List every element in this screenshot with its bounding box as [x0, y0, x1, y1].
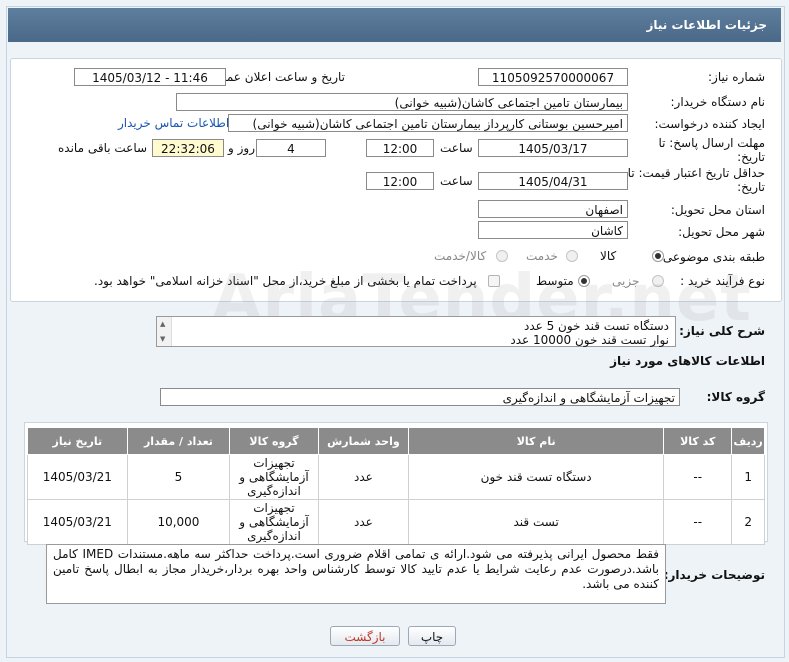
- buyer-org-field: بیمارستان تامین اجتماعی کاشان(شبیه خوانی…: [176, 93, 628, 111]
- deadline-date-field: 1405/03/17: [478, 139, 628, 157]
- city-label: شهر محل تحویل:: [678, 225, 765, 239]
- validity-label: حداقل تاریخ اعتبار قیمت: تا تاریخ:: [627, 166, 765, 194]
- announce-field: 1405/03/12 - 11:46: [74, 68, 226, 86]
- need-number-field: 1105092570000067: [478, 68, 628, 86]
- deadline-time-field: 12:00: [366, 139, 434, 157]
- deadline-label: مهلت ارسال پاسخ: تا تاریخ:: [658, 136, 765, 164]
- validity-time-label: ساعت: [440, 174, 473, 188]
- col-header-index: ردیف: [731, 427, 765, 455]
- goods-table-header: ردیف کد کالا نام کالا واحد شمارش گروه کا…: [27, 427, 765, 455]
- validity-date-field: 1405/04/31: [478, 172, 628, 190]
- col-header-date: تاریخ نیاز: [27, 427, 128, 455]
- category-option-goods-service: کالا/خدمت: [434, 249, 487, 263]
- category-option-service: خدمت: [526, 249, 558, 263]
- window-title: جزئیات اطلاعات نیاز: [646, 18, 767, 32]
- requester-field: امیرحسین بوستانی کارپرداز بیمارستان تامی…: [228, 114, 628, 132]
- col-header-unit: واحد شمارش: [317, 427, 410, 455]
- row-unit: عدد: [317, 499, 410, 545]
- col-header-group: گروه کالا: [229, 427, 319, 455]
- row-name: دستگاه تست قند خون: [408, 454, 665, 500]
- category-option-goods: کالا: [600, 249, 617, 263]
- requester-label: ایجاد کننده درخواست:: [654, 117, 765, 131]
- goods-table-container: ردیف کد کالا نام کالا واحد شمارش گروه کا…: [24, 422, 768, 545]
- row-name: تست قند: [408, 499, 665, 545]
- back-button[interactable]: بازگشت: [330, 626, 400, 646]
- deadline-time-label: ساعت: [440, 141, 473, 155]
- description-line-1: دستگاه تست قند خون 5 عدد: [523, 319, 669, 333]
- days-field: 4: [256, 139, 326, 157]
- row-index: 1: [731, 454, 765, 500]
- buyer-notes-box: فقط محصول ایرانی پذیرفته می شود.ارائه ی …: [46, 544, 666, 604]
- row-group: تجهیزات آزمایشگاهی و اندازه‌گیری: [229, 499, 319, 545]
- row-date: 1405/03/21: [27, 454, 128, 500]
- row-index: 2: [731, 499, 765, 545]
- row-date: 1405/03/21: [27, 499, 128, 545]
- buyer-notes-label: توضیحات خریدار:: [663, 568, 765, 582]
- row-code: --: [663, 499, 733, 545]
- row-unit: عدد: [317, 454, 410, 500]
- goods-table: ردیف کد کالا نام کالا واحد شمارش گروه کا…: [27, 427, 765, 545]
- description-scrollbar[interactable]: [157, 317, 172, 346]
- goods-group-field: تجهیزات آزمایشگاهی و اندازه‌گیری: [160, 388, 680, 406]
- city-field: کاشان: [478, 221, 628, 239]
- table-row: 1 -- دستگاه تست قند خون عدد تجهیزات آزما…: [27, 454, 765, 500]
- table-row: 2 -- تست قند عدد تجهیزات آزمایشگاهی و ان…: [27, 499, 765, 545]
- col-header-name: نام کالا: [408, 427, 665, 455]
- goods-section-title: اطلاعات کالاهای مورد نیاز: [610, 354, 765, 368]
- need-number-label: شماره نیاز:: [708, 70, 765, 84]
- col-header-code: کد کالا: [663, 427, 733, 455]
- row-group: تجهیزات آزمایشگاهی و اندازه‌گیری: [229, 454, 319, 500]
- row-code: --: [663, 454, 733, 500]
- row-qty: 5: [126, 454, 231, 500]
- window-titlebar: جزئیات اطلاعات نیاز: [8, 8, 781, 42]
- description-label: شرح کلی نیاز:: [679, 324, 765, 338]
- province-label: استان محل تحویل:: [670, 203, 765, 217]
- description-line-2: نوار تست قند خون 10000 عدد: [510, 333, 669, 347]
- validity-time-field: 12:00: [366, 172, 434, 190]
- description-textarea[interactable]: دستگاه تست قند خون 5 عدد نوار تست قند خو…: [156, 316, 676, 347]
- days-label: روز و: [228, 141, 255, 155]
- remaining-label: ساعت باقی مانده: [58, 141, 148, 155]
- province-field: اصفهان: [478, 200, 628, 218]
- contact-buyer-link[interactable]: اطلاعات تماس خریدار: [118, 116, 229, 130]
- category-radio-goods-service[interactable]: [496, 250, 508, 262]
- col-header-qty: تعداد / مقدار: [126, 427, 231, 455]
- category-radio-service[interactable]: [566, 250, 578, 262]
- remaining-time-field: 22:32:06: [152, 139, 224, 157]
- row-qty: 10,000: [126, 499, 231, 545]
- print-button[interactable]: چاپ: [408, 626, 456, 646]
- category-radio-goods[interactable]: [652, 250, 664, 262]
- goods-group-label: گروه کالا:: [706, 390, 765, 404]
- buyer-org-label: نام دستگاه خریدار:: [670, 95, 766, 109]
